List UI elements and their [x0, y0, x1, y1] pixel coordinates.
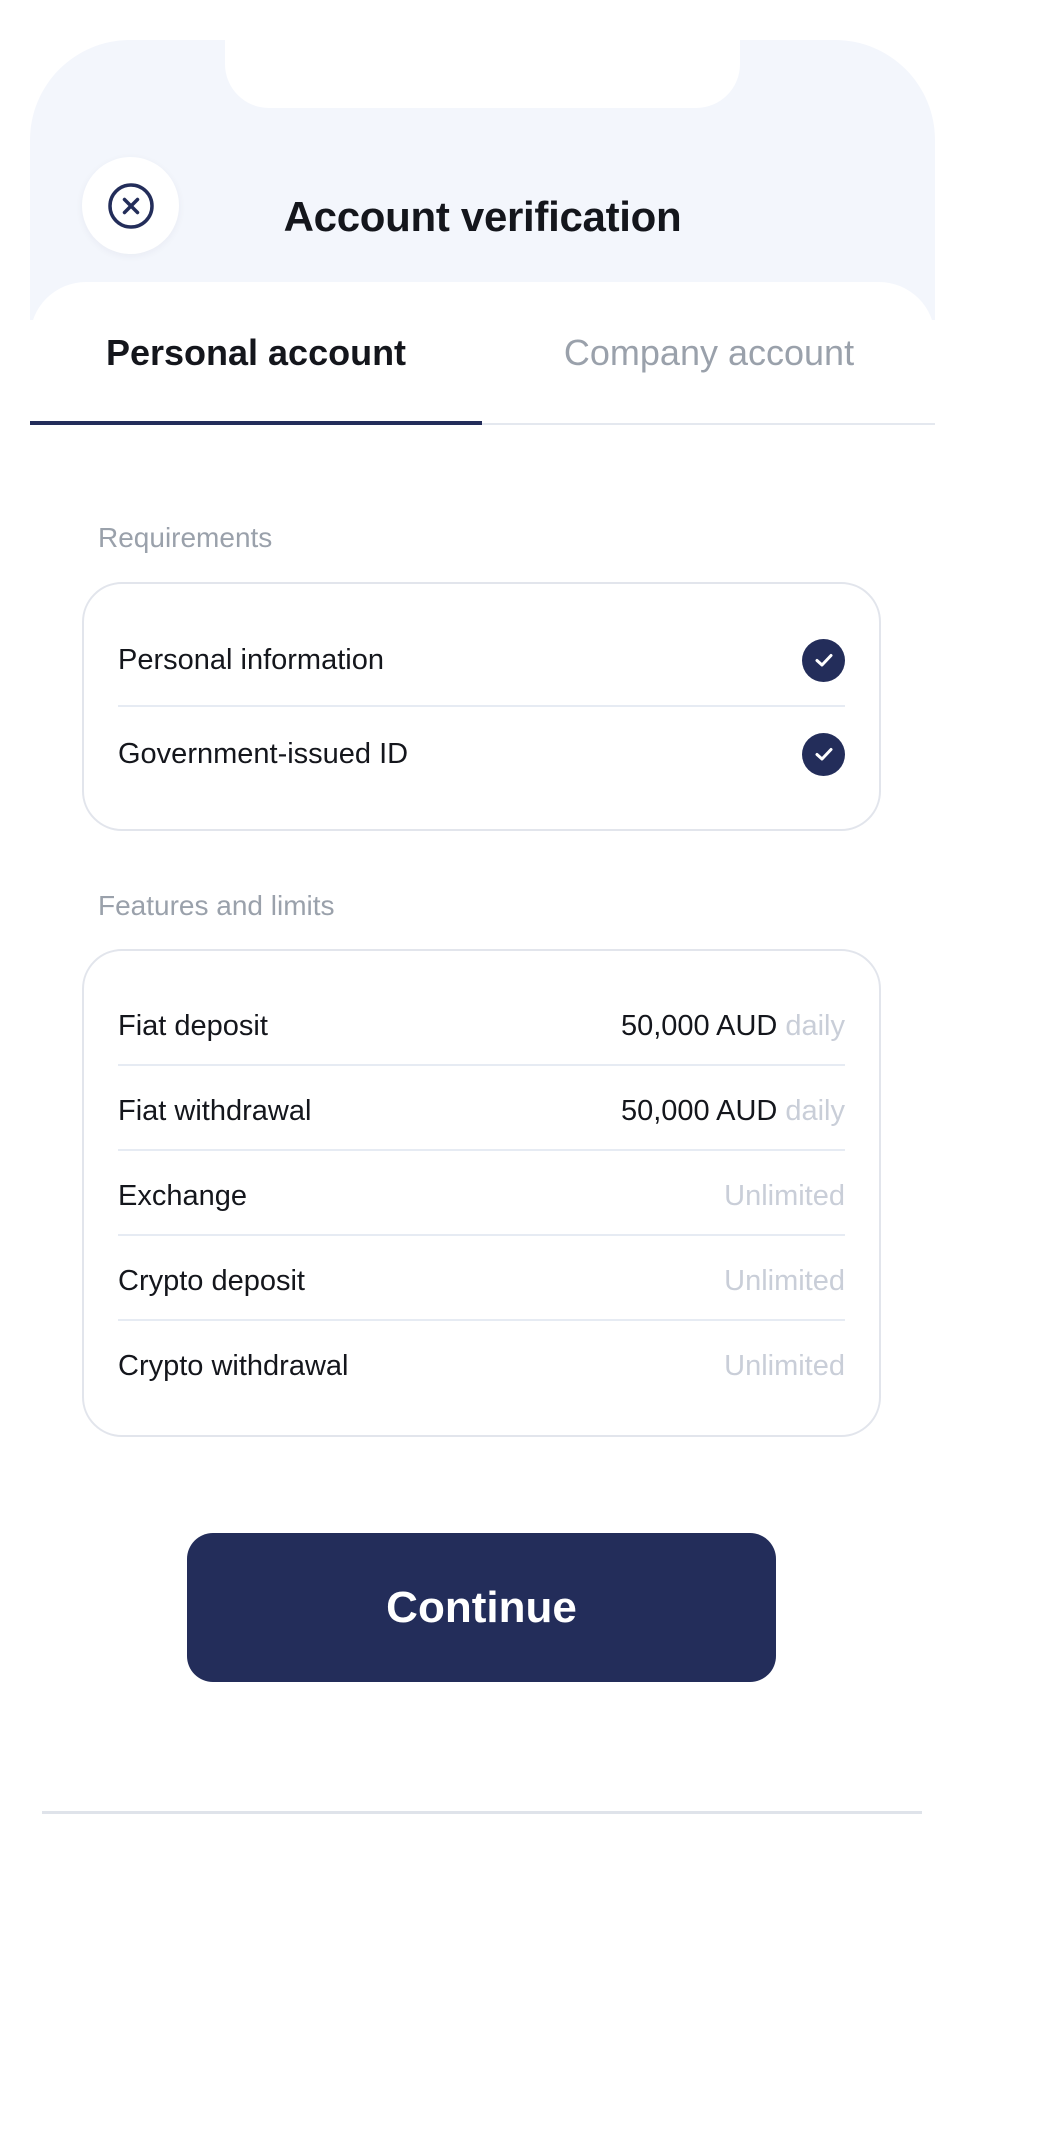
check-icon — [802, 638, 845, 682]
account-type-tabs: Personal account Company account — [30, 282, 935, 425]
limit-row: Crypto withdrawal Unlimited — [118, 1331, 845, 1401]
continue-button[interactable]: Continue — [187, 1533, 776, 1682]
row-divider — [118, 1234, 845, 1236]
limit-value: 50,000 AUD — [620, 1094, 778, 1127]
requirements-heading: Requirements — [98, 522, 273, 553]
requirement-row: Personal information — [118, 620, 845, 700]
device-notch — [225, 40, 740, 108]
limit-row: Fiat withdrawal 50,000 AUD daily — [118, 1076, 845, 1146]
limit-label: Fiat deposit — [118, 1009, 268, 1042]
limit-label: Crypto withdrawal — [118, 1349, 349, 1382]
limit-period: daily — [785, 1094, 845, 1127]
requirement-row: Government-issued ID — [118, 714, 845, 794]
limit-value: Unlimited — [724, 1349, 845, 1382]
tab-company-account[interactable]: Company account — [483, 282, 935, 423]
limit-label: Crypto deposit — [118, 1264, 305, 1297]
limit-value: Unlimited — [724, 1264, 845, 1297]
content-sheet: Personal account Company account Require… — [30, 282, 935, 2040]
limit-row: Fiat deposit 50,000 AUD daily — [118, 991, 845, 1061]
limit-row: Crypto deposit Unlimited — [118, 1246, 845, 1316]
limit-amount: 50,000 AUD daily — [621, 1095, 845, 1128]
limit-row: Exchange Unlimited — [118, 1161, 845, 1231]
tab-personal-account[interactable]: Personal account — [30, 282, 482, 423]
requirement-label: Government-issued ID — [118, 737, 409, 770]
features-heading: Features and limits — [98, 890, 335, 921]
active-tab-indicator — [30, 421, 482, 425]
requirement-label: Personal information — [118, 643, 384, 676]
limit-value: Unlimited — [724, 1179, 845, 1212]
row-divider — [118, 1064, 845, 1066]
row-divider — [118, 1319, 845, 1321]
limit-amount: 50,000 AUD daily — [621, 1010, 845, 1043]
row-divider — [118, 1149, 845, 1151]
row-divider — [118, 705, 845, 707]
limit-label: Exchange — [118, 1179, 247, 1212]
check-icon — [802, 732, 845, 776]
page-title: Account verification — [283, 193, 682, 240]
limit-period: daily — [785, 1009, 845, 1042]
home-indicator-divider — [42, 1811, 922, 1814]
limit-value: 50,000 AUD — [620, 1009, 778, 1042]
requirements-card: Personal information Government-issued I… — [82, 582, 881, 831]
phone-frame: Account verification Personal account Co… — [30, 40, 935, 2040]
limit-label: Fiat withdrawal — [118, 1094, 312, 1127]
features-card: Fiat deposit 50,000 AUD daily Fiat withdr… — [82, 949, 881, 1437]
